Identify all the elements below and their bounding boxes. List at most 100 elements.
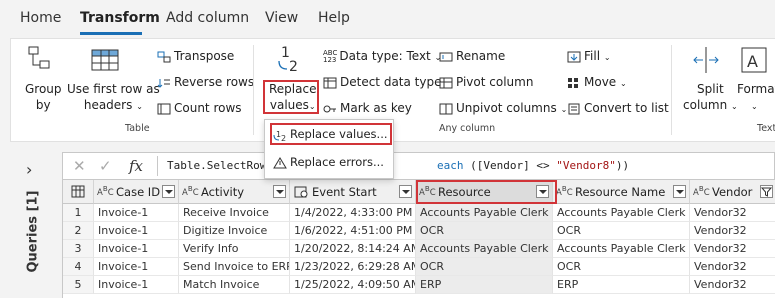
column-header-case-id[interactable]: ABC Case ID bbox=[94, 180, 179, 204]
datetime-type-icon bbox=[294, 186, 308, 198]
group-by-label-2: by bbox=[35, 98, 51, 112]
table-cell[interactable]: Vendor32 bbox=[690, 222, 775, 240]
pivot-icon bbox=[439, 77, 453, 89]
column-filter-button[interactable] bbox=[162, 185, 175, 198]
table-cell[interactable]: 1/4/2022, 4:33:00 PM bbox=[290, 204, 416, 222]
table-cell[interactable]: Accounts Payable Clerk bbox=[553, 204, 690, 222]
row-number[interactable]: 2 bbox=[63, 222, 94, 240]
table-cell[interactable]: Verify Info bbox=[179, 240, 290, 258]
use-first-row-button[interactable]: Use first row as headers ⌄ bbox=[67, 81, 160, 115]
transpose-button[interactable]: Transpose bbox=[157, 49, 234, 63]
row-number[interactable]: 3 bbox=[63, 240, 94, 258]
mark-as-key-button[interactable]: Mark as key bbox=[323, 101, 412, 115]
count-rows-label: Count rows bbox=[174, 101, 242, 115]
split-column-button[interactable]: Split column ⌄ bbox=[683, 81, 738, 115]
chevron-down-icon: ⌄ bbox=[751, 102, 758, 111]
table-cell[interactable]: ERP bbox=[553, 276, 690, 294]
table-cell[interactable]: Accounts Payable Clerk bbox=[553, 240, 690, 258]
table-cell[interactable]: Receive Invoice bbox=[179, 204, 290, 222]
unpivot-columns-button[interactable]: Unpivot columns ⌄ bbox=[439, 101, 567, 115]
tab-transform[interactable]: Transform bbox=[80, 10, 160, 26]
format-button[interactable]: Format ⌄ bbox=[737, 81, 775, 115]
replace-values-highlight bbox=[263, 80, 319, 114]
table-cell[interactable]: 1/20/2022, 8:14:24 AM bbox=[290, 240, 416, 258]
group-by-label-1: Group bbox=[25, 82, 62, 96]
key-icon bbox=[323, 103, 337, 115]
use-first-row-icon bbox=[91, 49, 119, 74]
commit-icon[interactable]: ✓ bbox=[99, 157, 112, 175]
formula-bar: ✕ ✓ fx Table.SelectRow each ([Vendor] <>… bbox=[62, 152, 775, 180]
row-number[interactable]: 5 bbox=[63, 276, 94, 294]
table-cell[interactable]: Invoice-1 bbox=[94, 258, 179, 276]
table-cell[interactable]: OCR bbox=[416, 258, 553, 276]
table-cell[interactable]: Invoice-1 bbox=[94, 222, 179, 240]
table-cell[interactable]: 1/25/2022, 4:09:50 AM bbox=[290, 276, 416, 294]
column-filter-button[interactable] bbox=[673, 185, 686, 198]
table-cell[interactable]: Vendor32 bbox=[690, 258, 775, 276]
table-cell[interactable]: Send Invoice to ERP bbox=[179, 258, 290, 276]
table-cell[interactable]: ERP bbox=[416, 276, 553, 294]
tab-home[interactable]: Home bbox=[20, 10, 61, 26]
table-cell[interactable]: OCR bbox=[553, 222, 690, 240]
any-column-group-label: Any column bbox=[439, 123, 496, 134]
split-column-icon bbox=[691, 45, 721, 78]
tab-view[interactable]: View bbox=[265, 10, 298, 26]
column-header-vendor[interactable]: ABC Vendor bbox=[690, 180, 775, 204]
detect-data-type-button[interactable]: Detect data type bbox=[323, 75, 441, 89]
table-cell[interactable]: Invoice-1 bbox=[94, 240, 179, 258]
group-separator bbox=[671, 45, 672, 135]
table-cell[interactable]: OCR bbox=[553, 258, 690, 276]
unpivot-icon bbox=[439, 103, 453, 115]
row-number[interactable]: 1 bbox=[63, 204, 94, 222]
filter-icon[interactable] bbox=[760, 185, 773, 198]
cancel-icon[interactable]: ✕ bbox=[73, 157, 86, 175]
transpose-icon bbox=[157, 51, 171, 63]
split-column-label-1: Split bbox=[697, 82, 724, 96]
table-cell[interactable]: 1/23/2022, 6:29:28 AM bbox=[290, 258, 416, 276]
formula-column: ([Vendor] <> bbox=[463, 159, 557, 172]
convert-to-list-button[interactable]: Convert to list bbox=[567, 101, 669, 115]
table-cell[interactable]: OCR bbox=[416, 222, 553, 240]
tab-help[interactable]: Help bbox=[318, 10, 350, 26]
column-filter-button[interactable] bbox=[273, 185, 286, 198]
rename-button[interactable]: Rename bbox=[439, 49, 505, 63]
fill-button[interactable]: Fill ⌄ bbox=[567, 49, 611, 63]
column-filter-button[interactable] bbox=[399, 185, 412, 198]
formula-text-left[interactable]: Table.SelectRow bbox=[167, 159, 266, 172]
fx-icon[interactable]: fx bbox=[129, 157, 143, 175]
table-cell[interactable]: Invoice-1 bbox=[94, 204, 179, 222]
move-button[interactable]: Move ⌄ bbox=[567, 75, 627, 89]
pivot-column-button[interactable]: Pivot column bbox=[439, 75, 533, 89]
reverse-rows-button[interactable]: Reverse rows bbox=[157, 75, 254, 89]
active-tab-indicator bbox=[80, 32, 142, 35]
table-cell[interactable]: Accounts Payable Clerk bbox=[416, 204, 553, 222]
table-cell[interactable]: Invoice-1 bbox=[94, 276, 179, 294]
data-type-button[interactable]: ABC 123 Data type: Text ⌄ bbox=[323, 49, 441, 64]
column-header-resource-name[interactable]: ABC Resource Name bbox=[553, 180, 690, 204]
svg-text:A: A bbox=[747, 52, 758, 71]
table-cell[interactable]: Vendor32 bbox=[690, 204, 775, 222]
replace-errors-menu-item[interactable]: Replace errors... bbox=[273, 155, 384, 169]
pivot-column-label: Pivot column bbox=[456, 75, 534, 89]
formula-string: "Vendor8" bbox=[556, 159, 616, 172]
row-number[interactable]: 4 bbox=[63, 258, 94, 276]
column-header-event-start[interactable]: Event Start bbox=[290, 180, 416, 204]
table-cell[interactable]: Vendor32 bbox=[690, 276, 775, 294]
table-cell[interactable]: Digitize Invoice bbox=[179, 222, 290, 240]
table-cell[interactable]: Vendor32 bbox=[690, 240, 775, 258]
table-select-all[interactable] bbox=[63, 180, 94, 204]
rename-label: Rename bbox=[456, 49, 506, 63]
column-header-activity[interactable]: ABC Activity bbox=[179, 180, 290, 204]
table-cell[interactable]: 1/6/2022, 4:51:00 PM bbox=[290, 222, 416, 240]
formula-text-right[interactable]: each ([Vendor] <> "Vendor8")) bbox=[437, 159, 629, 172]
table-cell[interactable]: Accounts Payable Clerk bbox=[416, 240, 553, 258]
data-type-label: Data type: Text bbox=[339, 49, 431, 63]
count-rows-button[interactable]: Count rows bbox=[157, 101, 242, 115]
table-cell[interactable]: Match Invoice bbox=[179, 276, 290, 294]
queries-label[interactable]: Queries [1] bbox=[26, 187, 41, 277]
group-by-icon bbox=[27, 45, 51, 78]
group-by-button[interactable]: Group by bbox=[25, 81, 62, 113]
expand-panel-icon[interactable]: › bbox=[26, 160, 32, 179]
tab-add-column[interactable]: Add column bbox=[166, 10, 249, 26]
chevron-down-icon: ⌄ bbox=[620, 79, 627, 88]
